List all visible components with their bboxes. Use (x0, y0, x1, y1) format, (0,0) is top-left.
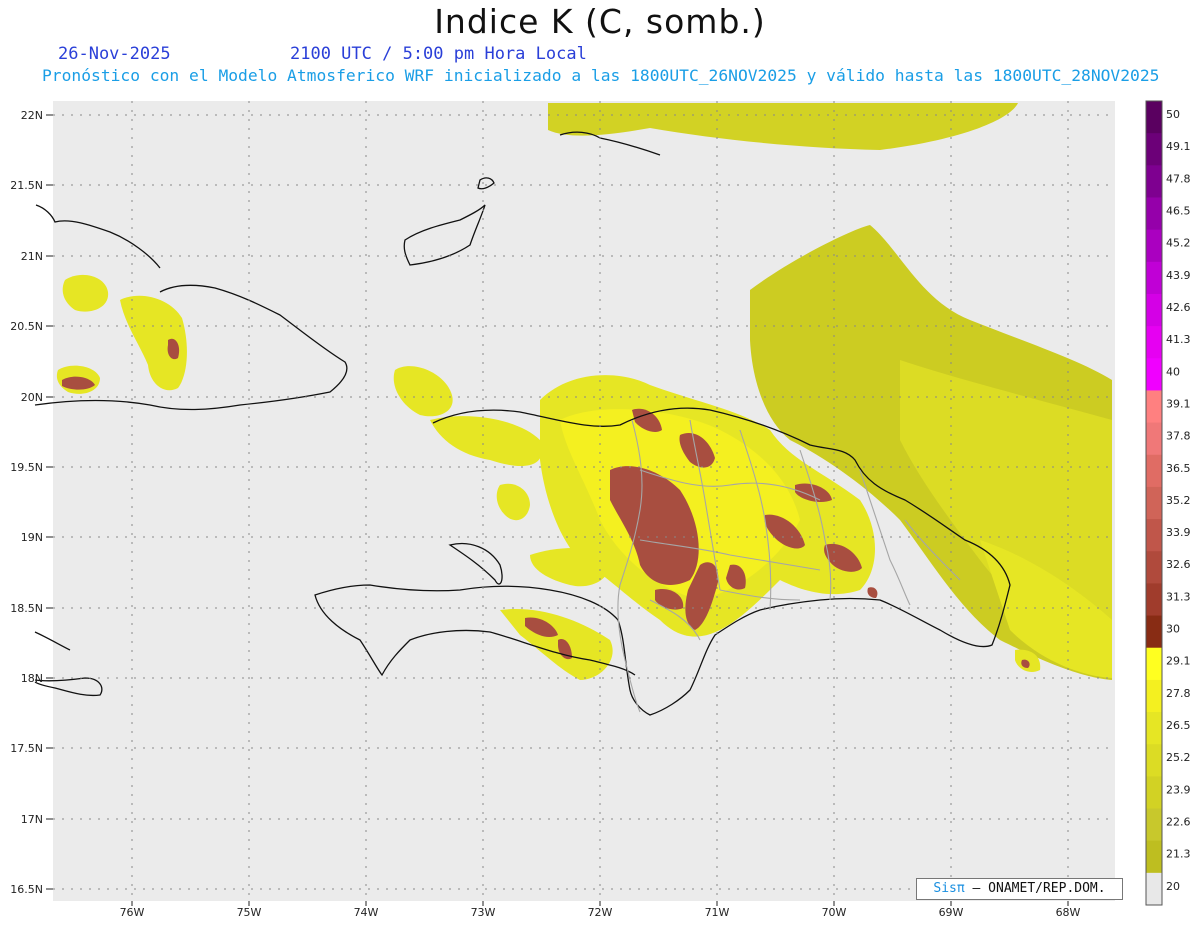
latitude-labels: 22N 21.5N 21N 20.5N 20N 19.5N 19N 18.5N … (10, 109, 43, 896)
colorbar-label: 45.2 (1166, 237, 1191, 250)
colorbar-swatch (1146, 261, 1162, 295)
credit-text: – ONAMET/REP.DOM. (964, 881, 1106, 896)
colorbar-label: 40 (1166, 365, 1180, 378)
colorbar-swatch (1146, 165, 1162, 198)
colorbar-swatch (1146, 422, 1162, 456)
colorbar-swatch (1146, 326, 1162, 359)
colorbar-label: 46.5 (1166, 204, 1191, 217)
colorbar-label: 50 (1166, 108, 1180, 121)
lat-label: 18N (21, 672, 43, 685)
colorbar-label: 30 (1166, 623, 1180, 636)
lon-ticks (131, 901, 1069, 906)
colorbar-swatch (1146, 454, 1162, 488)
colorbar-swatch (1146, 776, 1162, 810)
colorbar-swatch (1146, 358, 1162, 391)
colorbar-swatch (1146, 679, 1162, 713)
lon-label: 74W (354, 906, 379, 919)
colorbar-label: 37.8 (1166, 430, 1191, 443)
longitude-labels: 76W 75W 74W 73W 72W 71W 70W 69W 68W (120, 906, 1081, 919)
colorbar-label: 32.6 (1166, 558, 1191, 571)
lon-label: 70W (822, 906, 847, 919)
colorbar-swatch (1146, 872, 1162, 906)
lon-label: 68W (1056, 906, 1081, 919)
colorbar-label: 35.2 (1166, 494, 1191, 507)
lon-label: 71W (705, 906, 730, 919)
lon-label: 76W (120, 906, 145, 919)
colorbar-label: 47.8 (1166, 172, 1191, 185)
colorbar-label: 27.8 (1166, 687, 1191, 700)
colorbar-swatch (1146, 615, 1162, 649)
colorbar-label: 33.9 (1166, 526, 1191, 539)
lon-label: 75W (237, 906, 262, 919)
lat-ticks (46, 114, 53, 890)
colorbar-label: 42.6 (1166, 301, 1191, 314)
colorbar-swatch (1146, 390, 1162, 424)
colorbar-swatch (1146, 808, 1162, 842)
lon-label: 72W (588, 906, 613, 919)
colorbar-label: 26.5 (1166, 719, 1191, 732)
colorbar-swatch (1146, 583, 1162, 617)
colorbar-label: 25.2 (1166, 751, 1191, 764)
colorbar-label: 49.1 (1166, 140, 1191, 153)
lat-label: 19.5N (10, 461, 43, 474)
lat-label: 16.5N (10, 883, 43, 896)
colorbar-swatch (1146, 101, 1162, 134)
lat-label: 22N (21, 109, 43, 122)
colorbar-swatch (1146, 133, 1162, 166)
colorbar-label: 39.1 (1166, 397, 1191, 410)
lat-label: 18.5N (10, 602, 43, 615)
lat-label: 19N (21, 531, 43, 544)
colorbar-label: 23.9 (1166, 783, 1191, 796)
credit-brand: Sisπ (933, 881, 965, 896)
colorbar-swatch (1146, 229, 1162, 263)
lon-label: 73W (471, 906, 496, 919)
lat-label: 17.5N (10, 742, 43, 755)
colorbar-swatch (1146, 293, 1162, 327)
colorbar: 50 49.1 47.8 46.5 45.2 43.9 42.6 41.3 40 39.1 37.8… (1145, 100, 1191, 906)
colorbar-swatch (1146, 551, 1162, 584)
colorbar-label: 43.9 (1166, 269, 1191, 282)
colorbar-label: 31.3 (1166, 590, 1191, 603)
map-canvas: 22N 21.5N 21N 20.5N 20N 19.5N 19N 18.5N … (10, 100, 1191, 919)
colorbar-label: 20 (1166, 880, 1180, 893)
colorbar-swatch (1146, 197, 1162, 231)
colorbar-swatch (1146, 744, 1162, 777)
lat-label: 21.5N (10, 179, 43, 192)
lat-label: 17N (21, 813, 43, 826)
lat-label: 20N (21, 391, 43, 404)
colorbar-label: 36.5 (1166, 462, 1191, 475)
colorbar-swatch (1146, 712, 1162, 745)
colorbar-label: 22.6 (1166, 816, 1191, 829)
lon-label: 69W (939, 906, 964, 919)
credit-box: Sisπ – ONAMET/REP.DOM. (916, 878, 1123, 900)
colorbar-label: 21.3 (1166, 848, 1191, 861)
lat-label: 20.5N (10, 320, 43, 333)
colorbar-swatch (1146, 519, 1162, 552)
lat-label: 21N (21, 250, 43, 263)
colorbar-label: 41.3 (1166, 333, 1191, 346)
colorbar-swatch (1146, 840, 1162, 874)
colorbar-label: 29.1 (1166, 655, 1191, 668)
colorbar-swatch (1146, 647, 1162, 681)
colorbar-swatch (1146, 486, 1162, 520)
